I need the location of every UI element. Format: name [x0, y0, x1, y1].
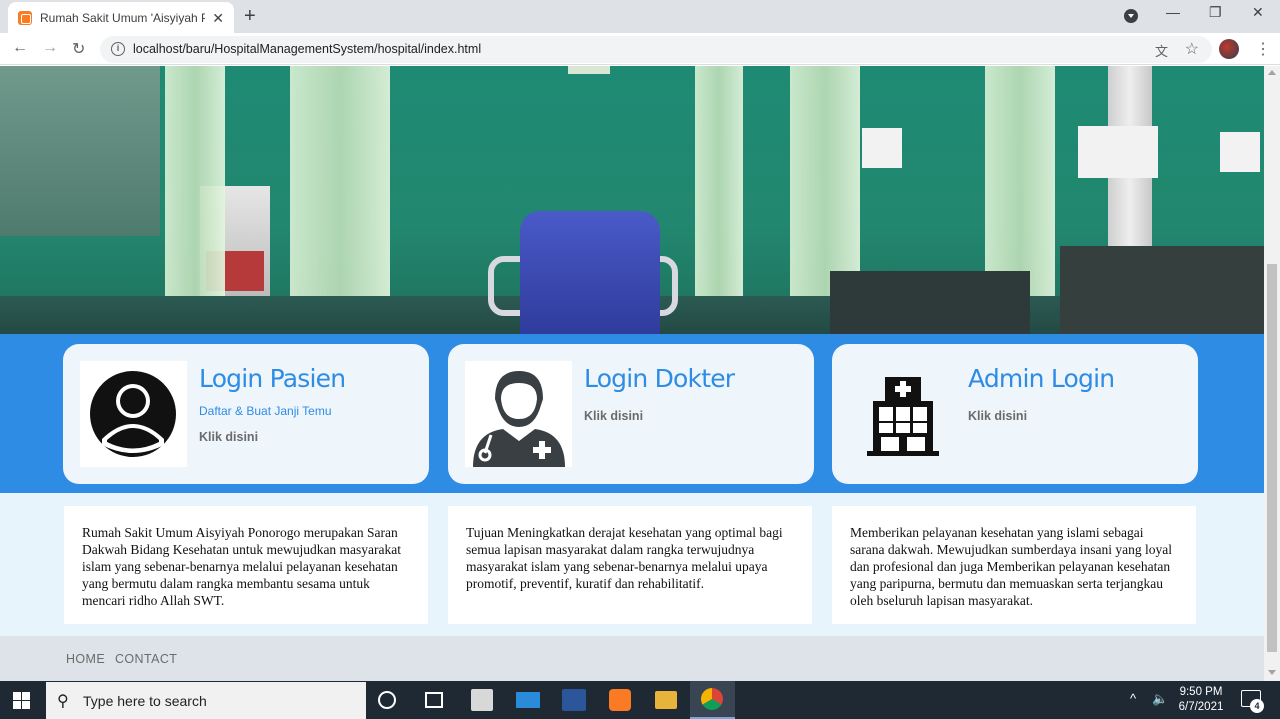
info-section: Rumah Sakit Umum Aisyiyah Ponorogo merup… — [0, 493, 1264, 636]
clock-date: 6/7/2021 — [1178, 701, 1224, 713]
site-info-icon[interactable]: i — [111, 42, 125, 56]
windows-start-icon[interactable] — [13, 692, 30, 709]
scroll-up-arrow-icon[interactable] — [1268, 70, 1276, 75]
info-box-misi: Memberikan pelayanan kesehatan yang isla… — [832, 506, 1196, 624]
tab-close-icon[interactable]: ✕ — [212, 10, 224, 27]
scrollbar-thumb[interactable] — [1267, 264, 1277, 652]
tab-search-icon[interactable] — [1124, 9, 1138, 23]
xampp-favicon-icon — [18, 10, 32, 25]
back-arrow-icon[interactable]: ← — [12, 39, 28, 57]
info-box-tujuan: Tujuan Meningkatkan derajat kesehatan ya… — [448, 506, 812, 624]
task-view-icon[interactable] — [425, 692, 443, 708]
info-box-about: Rumah Sakit Umum Aisyiyah Ponorogo merup… — [64, 506, 428, 624]
url-text[interactable]: localhost/baru/HospitalManagementSystem/… — [133, 42, 481, 56]
store-icon[interactable] — [471, 689, 493, 711]
footer-nav: HOME CONTACT — [0, 636, 1264, 681]
close-window-button[interactable]: ✕ — [1252, 4, 1264, 21]
hero-hospital-photo — [0, 66, 1264, 334]
tray-chevron-icon[interactable]: ^ — [1130, 691, 1136, 706]
page-scrollbar[interactable] — [1264, 66, 1280, 681]
login-card-pasien[interactable]: Login Pasien Daftar & Buat Janji Temu Kl… — [63, 344, 429, 484]
browser-tab-bar: Rumah Sakit Umum 'Aisyiyah Ponorogo ✕ + … — [0, 0, 1280, 33]
cortana-icon[interactable] — [378, 691, 396, 709]
word-icon[interactable] — [562, 689, 586, 711]
chrome-icon — [701, 688, 723, 710]
card-link[interactable]: Klik disini — [584, 409, 643, 423]
windows-taskbar: ⚲ Type here to search ^ 🔈 9:50 PM 6/7/20… — [0, 681, 1280, 719]
file-explorer-icon[interactable] — [655, 691, 677, 709]
footer-link-home[interactable]: HOME — [66, 652, 105, 666]
login-band: Login Pasien Daftar & Buat Janji Temu Kl… — [0, 334, 1264, 493]
tab-title: Rumah Sakit Umum 'Aisyiyah Ponorogo — [40, 10, 205, 25]
browser-tab[interactable]: Rumah Sakit Umum 'Aisyiyah Ponorogo ✕ — [8, 2, 234, 33]
mail-icon[interactable] — [516, 692, 540, 708]
search-placeholder[interactable]: Type here to search — [83, 693, 207, 709]
scroll-down-arrow-icon[interactable] — [1268, 670, 1276, 675]
card-title[interactable]: Login Pasien — [199, 364, 346, 393]
search-icon: ⚲ — [57, 693, 69, 710]
login-card-admin[interactable]: Admin Login Klik disini — [832, 344, 1198, 484]
reload-icon[interactable]: ↻ — [72, 39, 85, 59]
chrome-taskbar-button[interactable] — [690, 681, 735, 719]
patient-avatar-icon — [80, 361, 187, 467]
login-card-dokter[interactable]: Login Dokter Klik disini — [448, 344, 814, 484]
xampp-icon[interactable] — [609, 689, 631, 711]
new-tab-button[interactable]: + — [244, 5, 256, 28]
browser-menu-icon[interactable]: ⋮ — [1255, 39, 1271, 59]
forward-arrow-icon[interactable]: → — [42, 39, 58, 57]
restore-button[interactable]: ❐ — [1209, 4, 1222, 21]
card-link[interactable]: Klik disini — [968, 409, 1027, 423]
card-link[interactable]: Klik disini — [199, 430, 258, 444]
translate-icon[interactable]: 文 — [1155, 41, 1168, 60]
address-bar[interactable]: i localhost/baru/HospitalManagementSyste… — [100, 36, 1212, 63]
notification-count-badge: 4 — [1250, 699, 1264, 713]
volume-icon[interactable]: 🔈 — [1152, 691, 1168, 707]
minimize-button[interactable]: — — [1166, 4, 1180, 20]
card-title[interactable]: Login Dokter — [584, 364, 735, 393]
system-clock[interactable]: 9:50 PM 6/7/2021 — [1170, 685, 1232, 715]
card-subtitle[interactable]: Daftar & Buat Janji Temu — [199, 404, 332, 418]
doctor-icon — [465, 361, 572, 467]
bookmark-star-icon[interactable]: ☆ — [1185, 39, 1199, 59]
profile-avatar[interactable] — [1219, 39, 1239, 59]
browser-toolbar: ← → ↻ i localhost/baru/HospitalManagemen… — [0, 33, 1280, 65]
hospital-building-icon — [849, 361, 956, 467]
taskbar-search-box[interactable]: ⚲ Type here to search — [46, 682, 366, 719]
clock-time: 9:50 PM — [1179, 686, 1223, 698]
card-title[interactable]: Admin Login — [968, 364, 1115, 393]
footer-link-contact[interactable]: CONTACT — [115, 652, 177, 666]
page-viewport: Login Pasien Daftar & Buat Janji Temu Kl… — [0, 66, 1264, 681]
